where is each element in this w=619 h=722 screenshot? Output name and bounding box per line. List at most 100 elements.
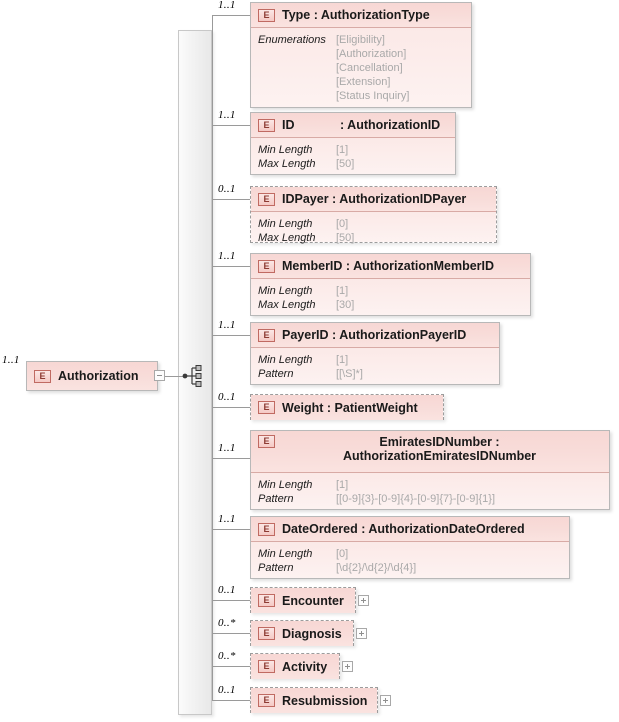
facet-row: Enumerations [Eligibility] [Authorization]… xyxy=(258,33,465,103)
facet-values: [0] xyxy=(336,217,348,231)
facet-values: [[0-9]{3}-[0-9]{4}-[0-9]{7}-[0-9]{1}] xyxy=(336,492,495,506)
element-type-name: : AuthorizationID xyxy=(340,118,441,132)
facet-label: Min Length xyxy=(258,285,313,297)
element-box-memberid[interactable]: E MemberID : AuthorizationMemberID Min Len… xyxy=(250,253,531,316)
multiplicity-diagnosis: 0..* xyxy=(218,617,236,629)
element-box-type[interactable]: E Type : AuthorizationType Enumerations [El… xyxy=(250,2,472,108)
facet-row: Min Length [1] xyxy=(258,353,493,367)
element-type-icon: E xyxy=(258,522,275,536)
element-box-weight[interactable]: E Weight : PatientWeight xyxy=(250,394,444,420)
element-type-icon: E xyxy=(258,192,275,206)
facet-row: Min Length [0] xyxy=(258,217,490,231)
connector-trunk xyxy=(212,15,213,700)
root-element-name: Authorization xyxy=(58,369,139,383)
element-box-dateordered[interactable]: E DateOrdered : AuthorizationDateOrdered M… xyxy=(250,516,570,579)
facet-values: [0] xyxy=(336,547,348,561)
facet-values: [Eligibility] [Authorization] [Cancellatio… xyxy=(336,33,409,103)
element-facets-payerid: Min Length [1] Pattern [[\S]*] xyxy=(251,348,499,384)
facet-row: Pattern [\d{2}/\d{2}/\d{4}] xyxy=(258,561,563,575)
sequence-compositor-icon xyxy=(182,365,206,392)
root-element-authorization[interactable]: E Authorization xyxy=(26,361,158,391)
facet-value: [1] xyxy=(336,354,349,366)
facet-value: [1] xyxy=(336,144,349,156)
element-type-icon: E xyxy=(258,8,275,22)
connector-line-diagnosis xyxy=(212,633,250,634)
facet-label: Min Length xyxy=(258,218,313,230)
element-title-id: ID: AuthorizationID xyxy=(282,118,449,132)
facet-label: Pattern xyxy=(258,493,294,505)
element-header-activity: E Activity xyxy=(251,654,339,679)
element-facets-dateordered: Min Length [0] Pattern [\d{2}/\d{2}/\d{4}] xyxy=(251,542,569,578)
connector-line-type xyxy=(212,15,250,16)
element-type-icon: E xyxy=(258,435,275,448)
element-type-icon: E xyxy=(258,401,275,414)
facet-value: [0] xyxy=(336,218,349,230)
multiplicity-weight: 0..1 xyxy=(218,391,236,403)
connector-line-resubmission xyxy=(212,700,250,701)
element-type-icon: E xyxy=(258,594,275,607)
element-box-diagnosis[interactable]: E Diagnosis xyxy=(250,620,354,646)
facet-label: Pattern xyxy=(258,368,294,380)
facet-value: [50] xyxy=(336,158,355,170)
facet-row: Pattern [[0-9]{3}-[0-9]{4}-[0-9]{7}-[0-9]… xyxy=(258,492,603,506)
facet-label: Min Length xyxy=(258,548,313,560)
multiplicity-idpayer: 0..1 xyxy=(218,183,236,195)
element-box-payerid[interactable]: E PayerID : AuthorizationPayerID Min Lengt… xyxy=(250,322,500,385)
facet-value: [1] xyxy=(336,285,349,297)
facet-value: [30] xyxy=(336,299,355,311)
element-box-emiratesidnumber[interactable]: E EmiratesIDNumber : AuthorizationEmirate… xyxy=(250,430,610,510)
connector-line-memberid xyxy=(212,266,250,267)
facet-values: [1] xyxy=(336,353,348,367)
multiplicity-resubmission: 0..1 xyxy=(218,684,236,696)
facet-row: Min Length [1] xyxy=(258,284,524,298)
element-type-icon: E xyxy=(34,369,51,383)
element-header-memberid: E MemberID : AuthorizationMemberID xyxy=(251,254,530,279)
facet-values: [1] xyxy=(336,478,348,492)
element-box-idpayer[interactable]: E IDPayer : AuthorizationIDPayer Min Lengt… xyxy=(250,186,497,244)
element-box-encounter[interactable]: E Encounter xyxy=(250,587,356,613)
facet-values: [1] xyxy=(336,284,348,298)
multiplicity-emiratesidnumber: 1..1 xyxy=(218,442,236,454)
root-element-header: E Authorization xyxy=(27,362,157,390)
element-title-idpayer: IDPayer : AuthorizationIDPayer xyxy=(282,192,467,206)
facet-label: Enumerations xyxy=(258,34,326,46)
element-title-payerid: PayerID : AuthorizationPayerID xyxy=(282,328,467,342)
element-header-weight: E Weight : PatientWeight xyxy=(251,395,443,420)
element-box-activity[interactable]: E Activity xyxy=(250,653,340,679)
element-title-diagnosis: Diagnosis xyxy=(282,626,342,641)
connector-line-emiratesidnumber xyxy=(212,458,250,459)
xsd-diagram-canvas: E Authorization 1..1 E Type : AuthorizationT… xyxy=(0,0,619,722)
multiplicity-id: 1..1 xyxy=(218,109,236,121)
facet-label: Max Length xyxy=(258,158,316,170)
element-title-activity: Activity xyxy=(282,659,328,674)
element-facets-idpayer: Min Length [0] Max Length [50] xyxy=(251,212,496,244)
facet-label: Min Length xyxy=(258,479,313,491)
element-type-icon: E xyxy=(258,259,275,273)
expand-activity-button[interactable] xyxy=(342,660,353,672)
element-box-resubmission[interactable]: E Resubmission xyxy=(250,687,378,713)
element-header-diagnosis: E Diagnosis xyxy=(251,621,353,646)
multiplicity-dateordered: 1..1 xyxy=(218,513,236,525)
facet-value: [Status Inquiry] xyxy=(336,90,410,102)
expand-resubmission-button[interactable] xyxy=(380,694,391,706)
facet-row: Min Length [1] xyxy=(258,478,603,492)
facet-values: [50] xyxy=(336,157,354,171)
connector-line-dateordered xyxy=(212,529,250,530)
expand-diagnosis-button[interactable] xyxy=(356,627,367,639)
facet-label: Min Length xyxy=(258,144,313,156)
element-facets-emiratesidnumber: Min Length [1] Pattern [[0-9]{3}-[0-9]{4}-[… xyxy=(251,473,609,509)
element-title-emiratesidnumber: EmiratesIDNumber : AuthorizationEmirates… xyxy=(342,435,537,463)
root-multiplicity: 1..1 xyxy=(2,354,20,366)
element-box-id[interactable]: E ID: AuthorizationID Min Length [1] Max Len… xyxy=(250,112,456,175)
element-header-payerid: E PayerID : AuthorizationPayerID xyxy=(251,323,499,348)
facet-row: Min Length [1] xyxy=(258,143,449,157)
facet-value: [Cancellation] xyxy=(336,62,403,74)
element-type-icon: E xyxy=(258,694,275,707)
element-type-icon: E xyxy=(258,627,275,640)
element-header-encounter: E Encounter xyxy=(251,588,355,613)
facet-value: [0] xyxy=(336,548,349,560)
collapse-root-button[interactable] xyxy=(154,370,165,381)
expand-encounter-button[interactable] xyxy=(358,594,369,606)
element-header-idpayer: E IDPayer : AuthorizationIDPayer xyxy=(251,187,496,212)
element-header-dateordered: E DateOrdered : AuthorizationDateOrdered xyxy=(251,517,569,542)
